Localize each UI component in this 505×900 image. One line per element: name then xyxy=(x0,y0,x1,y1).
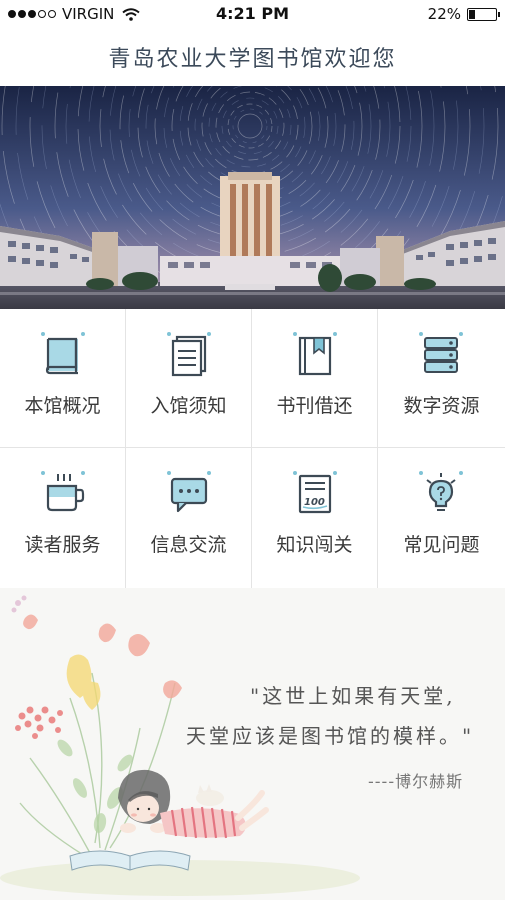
menu-item-label: 本馆概况 xyxy=(24,395,101,417)
quote-author: ----博尔赫斯 xyxy=(368,772,464,791)
menu-item-label: 入馆须知 xyxy=(150,395,227,417)
score-paper-icon: 100 xyxy=(293,471,337,514)
menu-item-knowledge-challenge[interactable]: 100 知识闯关 xyxy=(252,448,378,588)
quote-section: "这世上如果有天堂, 天堂应该是图书馆的模样。" ----博尔赫斯 xyxy=(0,588,505,900)
hero-image-library-building xyxy=(0,86,505,309)
battery-icon xyxy=(467,7,500,21)
score-text: 100 xyxy=(304,497,325,508)
menu-item-label: 数字资源 xyxy=(403,395,480,417)
server-icon xyxy=(419,332,463,373)
menu-item-reader-services[interactable]: 读者服务 xyxy=(0,448,126,588)
menu-item-label: 书刊借还 xyxy=(276,395,353,417)
menu-item-label: 信息交流 xyxy=(150,534,227,556)
status-bar: VIRGIN 4:21 PM 22% xyxy=(0,0,505,28)
title-bar: 青岛农业大学图书馆欢迎您 xyxy=(0,28,505,86)
menu-item-information-exchange[interactable]: 信息交流 xyxy=(126,448,252,588)
menu-item-label: 读者服务 xyxy=(24,534,101,556)
menu-item-label: 知识闯关 xyxy=(276,534,353,556)
battery-percent: 22% xyxy=(427,5,461,23)
quote-line-1: "这世上如果有天堂, xyxy=(250,684,456,708)
coffee-cup-icon xyxy=(41,471,85,512)
menu-item-label: 常见问题 xyxy=(403,534,480,556)
star-trail-photo xyxy=(0,86,505,309)
chat-bubble-icon xyxy=(167,471,211,513)
menu-item-digital-resources[interactable]: 数字资源 xyxy=(378,309,505,448)
menu-item-faq[interactable]: 常见问题 xyxy=(378,448,505,588)
bookmark-book-icon xyxy=(293,332,337,376)
book-icon xyxy=(41,332,85,375)
menu-item-borrow-return[interactable]: 书刊借还 xyxy=(252,309,378,448)
menu-item-admission-notice[interactable]: 入馆须知 xyxy=(126,309,252,448)
page-title: 青岛农业大学图书馆欢迎您 xyxy=(108,47,397,72)
battery-level xyxy=(469,9,476,19)
lightbulb-icon xyxy=(419,471,463,511)
battery-indicator: 22% xyxy=(427,5,500,23)
quote-line-2: 天堂应该是图书馆的模样。" xyxy=(186,724,475,748)
document-icon xyxy=(167,332,211,377)
menu-item-library-overview[interactable]: 本馆概况 xyxy=(0,309,126,448)
menu-grid: 本馆概况 入馆须知 书刊借还 数字资源 读者服务 信息交流 100 知识闯关 常… xyxy=(0,309,505,588)
